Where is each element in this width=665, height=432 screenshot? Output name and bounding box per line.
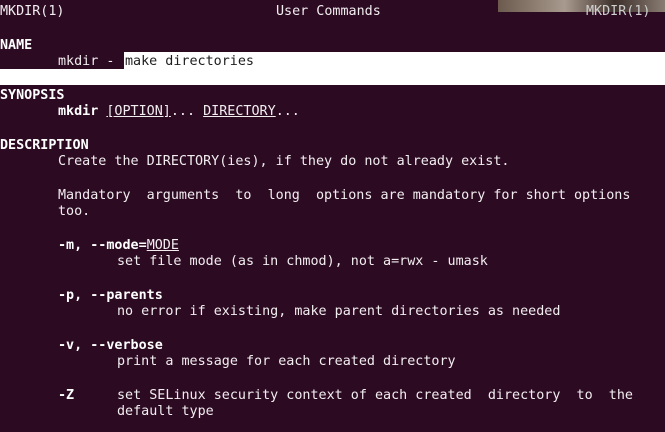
synopsis-heading: SYNOPSIS [0,88,65,103]
option-mode-flag: -m, --mode=MODE [58,238,179,254]
option-verbose-description: print a message for each created directo… [117,354,456,369]
description-line-1: Create the DIRECTORY(ies), if they do no… [58,154,510,169]
synopsis-line: mkdir [OPTION]... DIRECTORY... [58,104,300,120]
option-parents-flag: -p, --parents [58,288,163,303]
synopsis-end: ... [275,104,300,119]
option-mode-arg: MODE [146,238,179,253]
name-description[interactable]: make directories [125,54,254,70]
description-line-2: Mandatory arguments to long options are … [58,188,631,203]
description-line-3: too. [58,204,91,219]
synopsis-directory: DIRECTORY [203,104,276,119]
option-selinux-description-2: default type [117,404,214,419]
name-heading: NAME [0,38,33,53]
selection-highlight-2 [0,69,665,85]
synopsis-option: [OPTION] [106,104,171,119]
synopsis-ellipsis: ... [170,104,204,119]
header-center: User Commands [276,4,381,19]
header-left: MKDIR(1) [0,4,65,19]
description-heading: DESCRIPTION [0,138,89,153]
option-mode-name: -m, --mode= [58,238,147,253]
option-selinux-description-1: set SELinux security context of each cre… [117,388,633,403]
synopsis-command: mkdir [58,104,99,119]
option-parents-description: no error if existing, make parent direct… [117,304,561,319]
name-command: mkdir - [58,54,123,69]
header-right: MKDIR(1) [586,4,651,19]
option-mode-description: set file mode (as in chmod), not a=rwx -… [117,254,488,269]
option-verbose-flag: -v, --verbose [58,338,163,353]
option-selinux-flag: -Z [58,388,75,403]
